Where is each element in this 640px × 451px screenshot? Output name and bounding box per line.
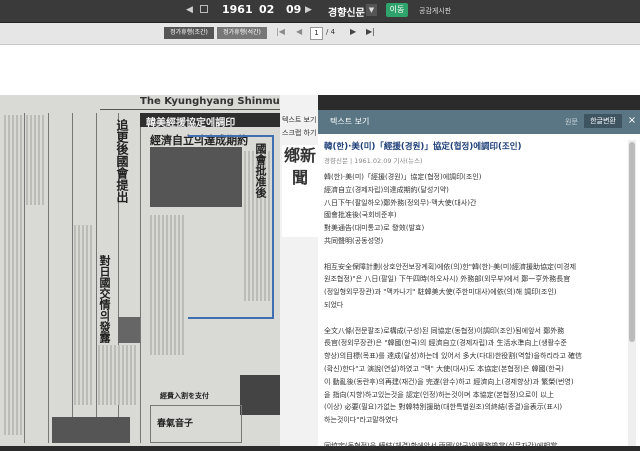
page-number-input[interactable]: 1	[310, 27, 323, 40]
article-text-line: 이 動亂後(동란후)의再建(재건)을 完遂(완수)하고 經濟向上(경제향상)과 …	[324, 377, 574, 386]
newspaper-select[interactable]: 경향신문	[328, 4, 365, 19]
article-text-line: 을 指向(지향)하고있는것을 認定(인정)하는것이며 本協定(본협정)으로이 以…	[324, 390, 554, 399]
scan-product-image	[52, 417, 130, 443]
article-text-line: 對美通告(대미통고)로 發效(발효)	[324, 224, 425, 233]
scan-band-headline: 韓美經援協定에調印	[140, 113, 300, 129]
article-text-line: 되었다	[324, 301, 344, 309]
hangul-convert-button[interactable]: 한글변환	[584, 114, 622, 128]
article-text-line: 共同聲明(공동성명)	[324, 237, 384, 245]
masthead-thumbnail: 鄕新聞	[282, 145, 318, 237]
article-text-line: 원조협정)"은 八日(팔일) 下午四時(하오사시) 外務部(외무부)에서 鄭一亨…	[324, 275, 571, 284]
scrap-tool[interactable]: 스크랩 하기	[282, 128, 316, 138]
article-text-line: 全文八條(전문팔조)로構成(구성)된 同協定(동협정)이調印(조인)됨에앞서 鄭…	[324, 326, 565, 335]
last-page-icon[interactable]: ▶|	[366, 27, 375, 36]
original-toggle[interactable]: 원문	[565, 117, 578, 127]
scan-headline-2: 追更後國會提出	[115, 119, 129, 203]
text-view-panel: 텍스트 보기 원문 한글변환 × 韓(한)·美(미)「經援(경원)」協定(협정)…	[318, 110, 640, 450]
scan-ad-box: 春氣音子	[150, 405, 242, 443]
article-text-line: 하는것이다"라고말하였다	[324, 416, 399, 425]
text-view-tool[interactable]: 텍스트 보기	[282, 115, 316, 125]
scrollbar-thumb[interactable]	[629, 142, 635, 342]
article-text-line: 經濟自立(경제자립)의達成期約(달성기약)	[324, 185, 449, 194]
scan-portrait-photo	[118, 317, 140, 343]
year-value[interactable]: 1961	[222, 3, 253, 16]
prev-page-icon[interactable]: ◀	[296, 27, 302, 36]
date-navigation-bar: ◀ 1961 02 09 ▶ 경향신문 ▼ 이동 공감게시판	[0, 0, 640, 23]
panel-title: 텍스트 보기	[330, 117, 370, 126]
newspaper-scan[interactable]: The Kyunghyang Shinmun 韓美經援協定에調印 經濟自立의達成…	[0, 95, 318, 446]
total-pages: / 4	[326, 28, 336, 36]
page-navigation-bar: 정가휴행(조간) 정가휴행(석간) |◀ ◀ 1 / 4 ▶ ▶|	[0, 23, 640, 45]
scan-masthead: The Kyunghyang Shinmun	[100, 95, 310, 110]
article-text-line: (이상) 必要(필요)가없는 對韓特別援助(대한특별원조)의終結(종결)을表示(…	[324, 403, 563, 412]
board-link[interactable]: 공감게시판	[419, 6, 451, 16]
prev-date-icon[interactable]: ◀	[186, 5, 193, 15]
article-text-line: 國會批准後(국회비준후)	[324, 211, 397, 220]
article-text-line: (정일형외무장관)과 "맥카나기" 駐韓美大使(주한미대사)에依(의)해 調印(…	[324, 288, 557, 297]
next-page-icon[interactable]: ▶	[350, 27, 356, 36]
chevron-down-icon[interactable]: ▼	[366, 4, 377, 16]
article-text-line: 향상)의目標(목표)를 達成(달성)하는데 있어서 多大(다대)한役割(역할)을…	[324, 352, 583, 361]
calendar-icon[interactable]	[200, 5, 208, 13]
article-text-line: 八日下午(팔일하오)鄭外務(정외무)·맥大使(대사)간	[324, 198, 477, 207]
article-title: 韓(한)·美(미)「經援(경원)」協定(협정)에調印(조인)	[324, 142, 522, 152]
blank-area	[0, 45, 640, 95]
go-button[interactable]: 이동	[386, 3, 408, 17]
article-text-line: 相互安全保障計劃(상호안전보장계획)에依(의)한"韓(한)·美(미)經濟援助協定…	[324, 262, 577, 271]
tab-evening-edition[interactable]: 정가휴행(석간)	[217, 27, 267, 39]
next-date-icon[interactable]: ▶	[305, 5, 312, 15]
panel-header: 텍스트 보기 원문 한글변환 ×	[318, 110, 640, 134]
first-page-icon[interactable]: |◀	[276, 27, 285, 36]
article-meta: 경향신문 | 1961.02.09 기사(뉴스)	[324, 157, 423, 165]
scan-headline-3: 對日國交情의發露	[98, 255, 111, 343]
scan-headline-5: 經費入割を支付	[160, 392, 209, 400]
tab-morning-edition[interactable]: 정가휴행(조간)	[164, 27, 214, 39]
selected-article-outline[interactable]	[188, 135, 274, 319]
article-text-line: 長官(정외무장관)은 "韓國(한국)의 經濟自立(경제자립)과 生活水準向上(생…	[324, 339, 567, 348]
article-text-line: (확신)한다"고 演說(연설)하였고 "맥" 大使(대사)도 本協定(본협정)은…	[324, 365, 564, 373]
day-value[interactable]: 09	[286, 3, 301, 16]
month-value[interactable]: 02	[259, 3, 274, 16]
article-text-line: 韓(한)·美(미)「經援(경원)」協定(협정)에調印(조인)	[324, 173, 482, 181]
side-tools: 텍스트 보기 스크랩 하기 鄕新聞	[280, 95, 318, 446]
close-icon[interactable]: ×	[626, 114, 638, 128]
